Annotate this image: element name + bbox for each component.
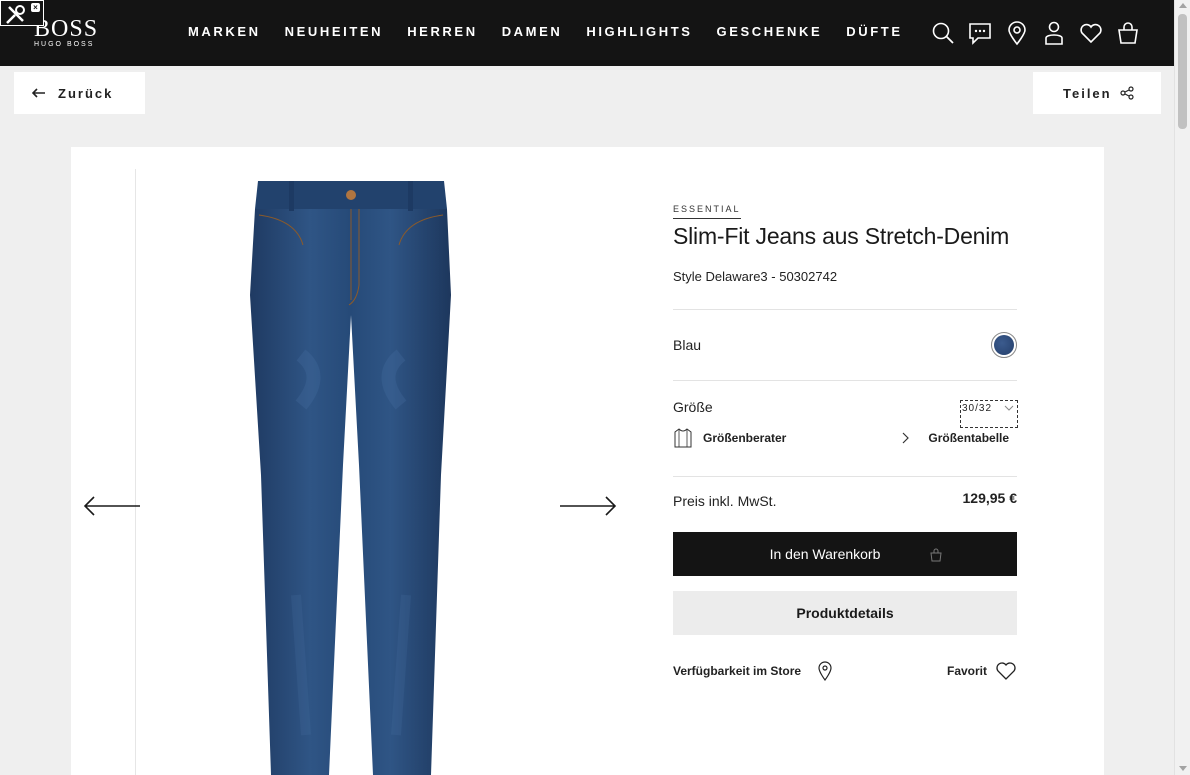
color-label: Blau	[673, 337, 702, 353]
devtools-badge[interactable]: ×	[0, 0, 44, 26]
back-label: Zurück	[58, 85, 114, 101]
share-label: Teilen	[1063, 85, 1112, 101]
gallery-next-icon[interactable]	[559, 495, 617, 517]
color-row: Blau	[673, 310, 1017, 380]
favorite-button[interactable]: Favorit	[947, 661, 1017, 681]
main-nav: MARKEN NEUHEITEN HERREN DAMEN HIGHLIGHTS…	[188, 24, 927, 40]
nav-damen[interactable]: DAMEN	[502, 24, 563, 40]
scroll-thumb[interactable]	[1178, 14, 1187, 129]
product-title: Slim-Fit Jeans aus Stretch-Denim	[673, 223, 1010, 249]
price-row: Preis inkl. MwSt. 129,95 €	[673, 490, 1017, 520]
chevron-down-icon	[1004, 405, 1014, 411]
share-icon	[1120, 86, 1134, 100]
product-style-number: Style Delaware3 - 50302742	[673, 269, 838, 284]
share-button[interactable]: Teilen	[1033, 72, 1161, 114]
divider	[673, 476, 1017, 477]
gallery-prev-icon[interactable]	[83, 495, 141, 517]
tools-icon	[6, 5, 25, 24]
size-tools: Größenberater Größentabelle	[673, 427, 1017, 449]
nav-neuheiten[interactable]: NEUHEITEN	[285, 24, 384, 40]
size-advisor-link[interactable]: Größenberater	[703, 431, 786, 445]
back-button[interactable]: Zurück	[14, 72, 145, 114]
heart-icon	[996, 662, 1016, 680]
product-card: ESSENTIAL Slim-Fit Jeans aus Stretch-Den…	[71, 147, 1104, 775]
close-icon[interactable]: ×	[31, 3, 40, 12]
site-header: BOSS HUGO BOSS × MARKEN NEUHEITEN HERREN…	[0, 0, 1174, 66]
store-availability-label: Verfügbarkeit im Store	[673, 664, 802, 678]
color-swatch-blau[interactable]	[991, 332, 1017, 358]
nav-marken[interactable]: MARKEN	[188, 24, 261, 40]
chevron-right-icon[interactable]	[902, 432, 910, 444]
chat-icon[interactable]	[967, 20, 993, 46]
page-scrollbar[interactable]	[1174, 0, 1190, 775]
bag-icon	[930, 548, 942, 562]
scroll-down-icon[interactable]	[1179, 766, 1187, 771]
product-info: ESSENTIAL Slim-Fit Jeans aus Stretch-Den…	[673, 199, 1018, 681]
product-image[interactable]	[241, 175, 461, 775]
location-icon	[818, 661, 832, 681]
nav-duefte[interactable]: DÜFTE	[846, 24, 902, 40]
nav-geschenke[interactable]: GESCHENKE	[717, 24, 823, 40]
size-select[interactable]: 30/32	[960, 400, 1018, 428]
location-icon[interactable]	[1004, 20, 1030, 46]
arrow-left-icon	[32, 88, 45, 98]
cart-icon[interactable]	[1115, 20, 1141, 46]
search-icon[interactable]	[930, 20, 956, 46]
scroll-up-icon[interactable]	[1179, 3, 1187, 8]
favorite-label: Favorit	[946, 664, 987, 678]
store-favorite-row: Verfügbarkeit im Store Favorit	[673, 661, 1017, 681]
account-icon[interactable]	[1041, 20, 1067, 46]
product-details-button[interactable]: Produktdetails	[673, 591, 1017, 635]
nav-herren[interactable]: HERREN	[407, 24, 478, 40]
size-table-link[interactable]: Größentabelle	[928, 431, 1009, 445]
price-value: 129,95 €	[962, 490, 1018, 506]
gallery-divider	[135, 169, 136, 775]
size-value: 30/32	[962, 403, 993, 414]
price-label: Preis inkl. MwSt.	[673, 493, 777, 509]
logo-tagline: HUGO BOSS	[34, 41, 95, 48]
product-line-label: ESSENTIAL	[673, 204, 741, 219]
nav-highlights[interactable]: HIGHLIGHTS	[586, 24, 692, 40]
add-to-cart-button[interactable]: In den Warenkorb	[673, 532, 1017, 576]
size-advisor-icon[interactable]	[673, 427, 693, 449]
header-icons	[930, 20, 1152, 46]
size-row: Größe 30/32 Größenberater Größentabelle	[673, 381, 1018, 476]
wishlist-icon[interactable]	[1078, 20, 1104, 46]
store-availability-link[interactable]: Verfügbarkeit im Store	[673, 661, 833, 681]
add-to-cart-label: In den Warenkorb	[769, 546, 881, 562]
